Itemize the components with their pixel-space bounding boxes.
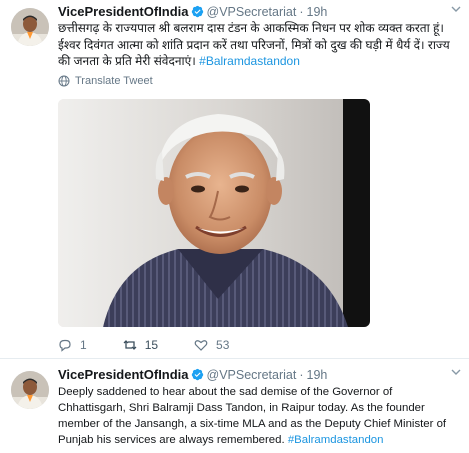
tweet-text: Deeply saddened to hear about the sad de… <box>58 384 462 448</box>
user-handle[interactable]: @VPSecretariat <box>207 368 297 382</box>
retweet-button[interactable]: 15 <box>123 338 158 352</box>
tweet-header: VicePresidentOfIndia @VPSecretariat · 19h <box>58 367 327 383</box>
timestamp[interactable]: 19h <box>307 368 328 382</box>
verified-badge-icon <box>191 5 203 18</box>
retweet-icon <box>123 340 137 350</box>
user-handle[interactable]: @VPSecretariat <box>207 5 297 19</box>
tweet[interactable]: VicePresidentOfIndia @VPSecretariat · 19h छ… <box>0 0 469 359</box>
tweet-text: छत्तीसगढ़ के राज्यपाल श्री बलराम दास टंड… <box>58 20 462 70</box>
tweet-header: VicePresidentOfIndia @VPSecretariat · 19h <box>58 4 327 20</box>
separator-dot: · <box>299 5 304 19</box>
display-name[interactable]: VicePresidentOfIndia <box>58 367 189 382</box>
translate-tweet-link[interactable]: Translate Tweet <box>58 75 153 87</box>
translate-label: Translate Tweet <box>75 75 153 87</box>
tweet-photo[interactable] <box>58 99 370 327</box>
hashtag-link[interactable]: #Balramdastandon <box>288 434 384 446</box>
reply-button[interactable]: 1 <box>58 338 87 352</box>
display-name[interactable]: VicePresidentOfIndia <box>58 4 189 19</box>
like-button[interactable]: 53 <box>194 338 229 352</box>
hashtag-link[interactable]: #Balramdastandon <box>199 54 300 68</box>
heart-icon <box>194 340 208 351</box>
retweet-count: 15 <box>144 338 159 352</box>
avatar[interactable] <box>11 371 49 409</box>
globe-icon <box>58 75 70 87</box>
chevron-down-icon[interactable] <box>451 4 461 14</box>
timestamp[interactable]: 19h <box>307 5 328 19</box>
tweet-body: Deeply saddened to hear about the sad de… <box>58 386 447 446</box>
tweet[interactable]: VicePresidentOfIndia @VPSecretariat · 19h D… <box>0 360 469 453</box>
chevron-down-icon[interactable] <box>451 367 461 377</box>
separator-dot: · <box>299 368 304 382</box>
like-count: 53 <box>216 338 230 352</box>
verified-badge-icon <box>191 368 203 381</box>
tweet-actions: 1 15 53 <box>58 337 265 353</box>
reply-icon <box>59 339 71 352</box>
avatar[interactable] <box>11 8 49 46</box>
reply-count: 1 <box>80 338 87 352</box>
